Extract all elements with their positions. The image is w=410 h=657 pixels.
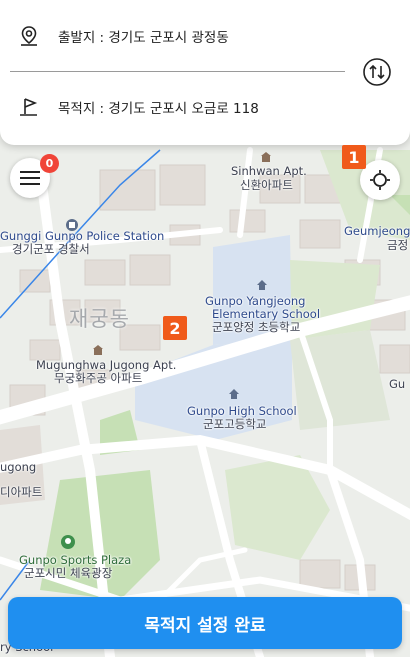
map-label-mugunghwa-ko: 무궁화주공 아파트	[54, 371, 143, 385]
map-label-sports-en: Gunpo Sports Plaza	[19, 553, 132, 567]
apartment-icon	[93, 345, 103, 355]
start-location-row[interactable]: 출발지 : 경기도 군포시 광정동	[0, 14, 350, 58]
route-card: 출발지 : 경기도 군포시 광정동 목적지 : 경기도 군포시 오금로 118	[0, 0, 410, 145]
map-label-highschool-ko: 군포고등학교	[203, 417, 267, 431]
map-label-elementary-ko: 군포양정 초등학교	[212, 320, 301, 334]
school-icon	[229, 389, 239, 399]
school-icon	[257, 280, 267, 290]
map-label-mugunghwa-en: Mugunghwa Jugong Apt.	[36, 358, 177, 372]
start-location-text: 출발지 : 경기도 군포시 광정동	[58, 30, 229, 46]
map-label-district: 재궁동	[69, 307, 130, 331]
notification-badge: 0	[40, 154, 59, 173]
flag-icon	[20, 98, 38, 116]
map-label-sports-ko: 군포시민 체육광장	[24, 566, 113, 580]
map-label-elementary-en-2: Elementary School	[212, 307, 321, 321]
confirm-destination-button[interactable]: 목적지 설정 완료	[8, 597, 402, 649]
map-label-left-apt: 디아파트	[0, 485, 43, 499]
map-label-sinhwan-ko: 신환아파트	[240, 178, 293, 192]
destination-row[interactable]: 목적지 : 경기도 군포시 오금로 118	[0, 85, 350, 129]
map-label-police-ko: 경기군포 경찰서	[12, 242, 90, 256]
swap-icon	[363, 58, 391, 86]
map-label-geumjeong-en: Geumjeong Re	[344, 224, 410, 238]
step-badge-2: 2	[163, 316, 187, 340]
route-divider	[10, 71, 345, 72]
map-label-left-ugong: ugong	[0, 460, 37, 474]
map-label-police-en: Gunggi Gunpo Police Station	[0, 229, 165, 243]
crosshair-icon	[370, 170, 390, 190]
map-label-highschool-en: Gunpo High School	[187, 404, 297, 418]
map-label-right-edge: Gu	[389, 377, 406, 391]
map-label-geumjeong-ko: 금정	[387, 238, 409, 252]
swap-route-button[interactable]	[361, 56, 393, 88]
step-badge-1: 1	[342, 145, 366, 169]
map-label-elementary-en-1: Gunpo Yangjeong	[205, 294, 306, 308]
current-location-button[interactable]	[360, 160, 400, 200]
map-marker-icon	[21, 26, 37, 46]
hamburger-icon	[20, 171, 40, 185]
apartment-icon	[261, 152, 271, 162]
destination-text: 목적지 : 경기도 군포시 오금로 118	[58, 101, 259, 117]
park-icon	[61, 535, 75, 549]
map-label-sinhwan-en: Sinhwan Apt.	[231, 164, 307, 178]
